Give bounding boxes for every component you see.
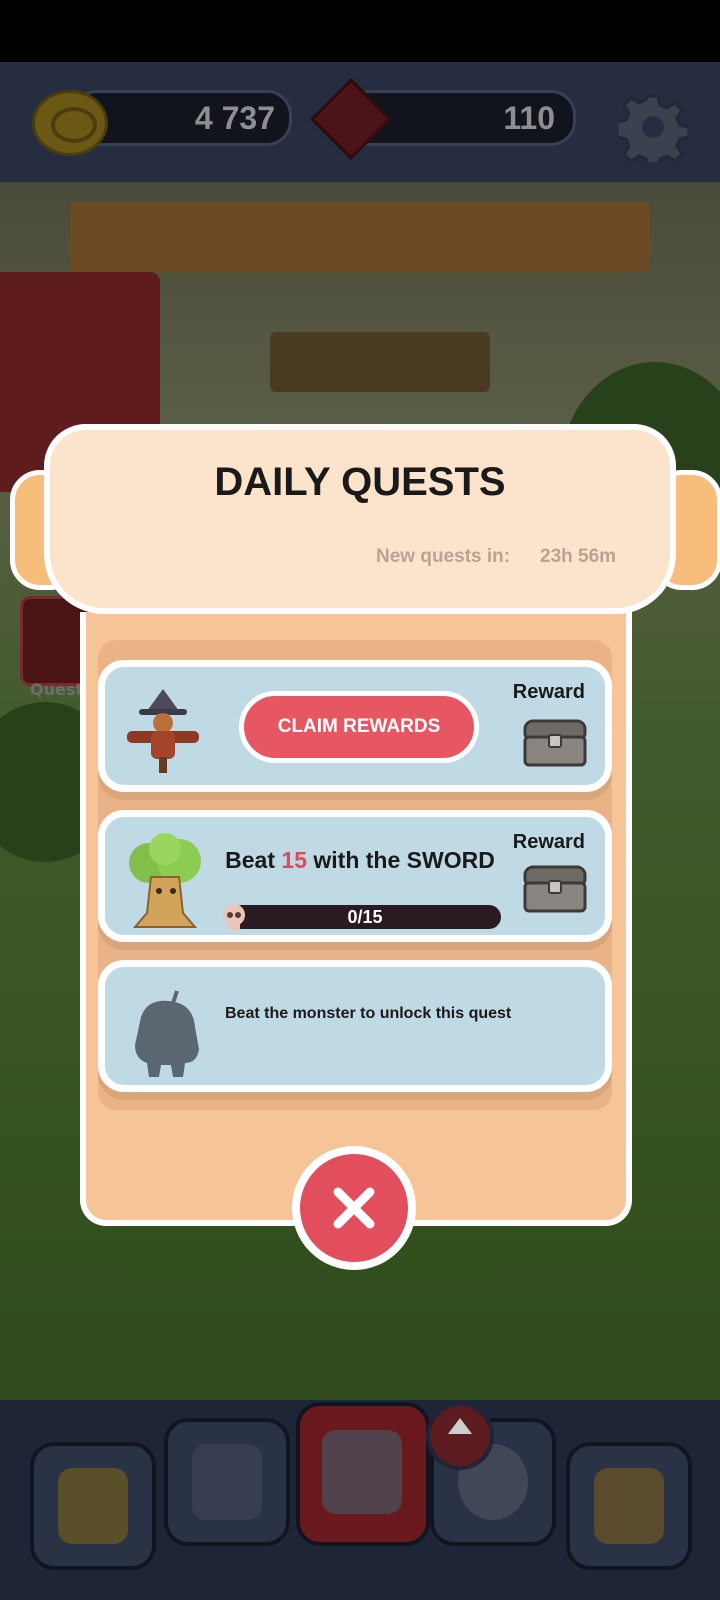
modal-title: DAILY QUESTS [214,460,506,504]
reward-label: Reward [512,831,585,853]
nav-forge-button [164,1418,290,1546]
timer-value: 23h 56m [540,546,617,567]
shop-icon [58,1468,128,1544]
quest-2-title: Beat 15 with the SWORD [195,847,525,874]
claim-rewards-button[interactable]: CLAIM REWARDS [239,691,479,763]
quest-2-title-suffix: with the SWORD [307,847,495,873]
timer-label: New quests in: [376,546,511,567]
quest-2-target-count: 15 [281,847,307,873]
upgrade-badge-icon [426,1402,494,1470]
coin-icon [32,90,108,156]
crossed-swords-icon [322,1430,402,1514]
gear-icon[interactable] [618,92,688,162]
nav-battle-button [296,1402,430,1546]
quest-card-1: CLAIM REWARDS Reward [98,660,612,792]
status-bar [0,0,720,62]
scarecrow-icon [127,689,199,773]
locked-monster-icon [135,990,199,1077]
nav-map-button [566,1442,692,1570]
quest-3-locked-text: Beat the monster to unlock this quest [225,1005,512,1022]
chest-icon [523,719,587,767]
nav-shop-button [30,1442,156,1570]
scroll-header [44,424,676,614]
background-banner [70,202,650,272]
chest-icon [523,865,587,913]
close-button[interactable] [292,1146,416,1270]
quest-card-3: Beat the monster to unlock this quest [98,960,612,1092]
anvil-icon [192,1444,262,1520]
background-gate [270,332,490,392]
reward-label: Reward [512,681,585,703]
treasure-map-icon [594,1468,664,1544]
skull-icon [223,904,245,930]
quest-card-2: Beat 15 with the SWORD 0/15 Reward [98,810,612,942]
quest-2-title-prefix: Beat [225,847,282,873]
quest-2-progress-text: 0/15 [347,907,383,927]
close-icon [333,1187,375,1229]
